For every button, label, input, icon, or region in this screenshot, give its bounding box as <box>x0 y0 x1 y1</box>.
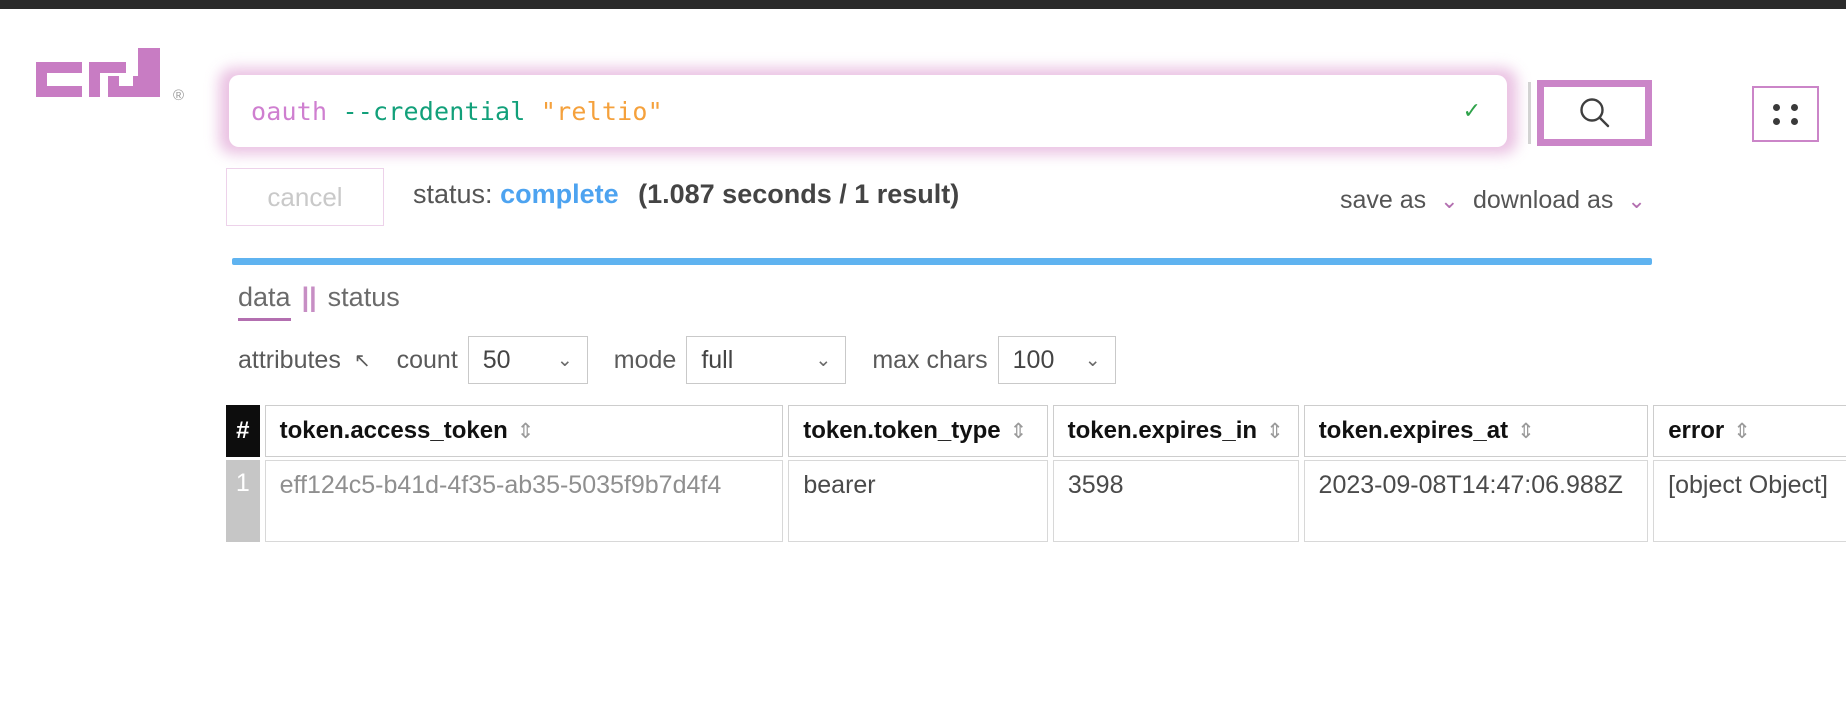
result-controls: attributes ↖ count 50 ⌄ mode full ⌄ max … <box>238 336 1142 384</box>
app-header: ® oauth --credential "reltio" ✓ <box>0 36 1846 154</box>
mode-value: full <box>701 345 734 374</box>
download-as-dropdown[interactable]: download as ⌄ <box>1473 186 1646 215</box>
table-header-row: # token.access_token ⇕ token.token_type … <box>226 405 1846 457</box>
grid-dot-icon <box>1790 103 1798 111</box>
column-label: error <box>1668 417 1725 444</box>
search-icon <box>1579 98 1609 128</box>
chevron-down-icon: ⌄ <box>815 349 832 371</box>
download-as-label: download as <box>1473 186 1614 214</box>
table-row: 1 eff124c5-b41d-4f35-ab35-5035f9b7d4f4 b… <box>226 460 1846 542</box>
cell-error: [object Object] <box>1653 460 1846 542</box>
count-label: count <box>396 345 458 374</box>
max-chars-label: max chars <box>872 345 988 374</box>
apps-grid-button[interactable] <box>1752 86 1819 142</box>
count-select[interactable]: 50 ⌄ <box>467 336 588 384</box>
mode-select[interactable]: full ⌄ <box>686 336 847 384</box>
redacted-access-token-value: eff124c5-b41d-4f35-ab35-5035f9b7d4f4 <box>279 471 722 499</box>
chevron-down-icon: ⌄ <box>1440 188 1459 213</box>
save-as-label: save as <box>1340 186 1427 214</box>
attributes-label[interactable]: attributes <box>238 346 341 375</box>
max-chars-value: 100 <box>1012 345 1055 374</box>
registered-trademark-mark: ® <box>173 87 185 104</box>
sort-icon: ⇕ <box>1517 419 1535 443</box>
status-label: status: <box>413 179 493 209</box>
crul-logo-icon <box>36 48 160 97</box>
result-tabs: data || status <box>238 282 400 321</box>
cancel-button[interactable]: cancel <box>226 168 384 226</box>
chevron-down-icon: ⌄ <box>1084 349 1101 371</box>
sort-icon: ⇕ <box>1266 419 1284 443</box>
status-text: status: complete (1.087 seconds / 1 resu… <box>413 179 959 210</box>
save-as-dropdown[interactable]: save as ⌄ <box>1340 186 1459 215</box>
results-table: # token.access_token ⇕ token.token_type … <box>226 405 1846 542</box>
status-row: cancel status: complete (1.087 seconds /… <box>0 168 1846 230</box>
chevron-down-icon: ⌄ <box>1627 188 1646 213</box>
column-label: token.access_token <box>279 417 508 444</box>
grid-dot-icon <box>1773 117 1781 125</box>
cell-access-token: eff124c5-b41d-4f35-ab35-5035f9b7d4f4 <box>264 460 784 542</box>
tab-separator: || <box>301 282 317 312</box>
command-token-argument: "reltio" <box>540 96 663 126</box>
sort-icon: ⇕ <box>516 419 535 443</box>
cell-token-type: bearer <box>788 460 1048 542</box>
column-header-expires-at[interactable]: token.expires_at ⇕ <box>1303 405 1649 457</box>
progress-bar <box>232 258 1652 265</box>
cell-row-index: 1 <box>226 460 260 542</box>
command-token-command: oauth <box>251 96 328 126</box>
search-button[interactable] <box>1537 80 1652 146</box>
max-chars-select[interactable]: 100 ⌄ <box>997 336 1116 384</box>
column-label: token.expires_at <box>1318 417 1509 444</box>
column-header-error[interactable]: error ⇕ <box>1653 405 1846 457</box>
sort-icon: ⇕ <box>1009 419 1028 443</box>
column-label: token.token_type <box>803 417 1001 444</box>
tab-data[interactable]: data <box>238 282 291 321</box>
column-header-index: # <box>226 405 260 457</box>
grid-dot-icon <box>1790 117 1798 125</box>
header-divider <box>1528 82 1531 144</box>
status-meta: (1.087 seconds / 1 result) <box>638 179 960 209</box>
cell-expires-at: 2023-09-08T14:47:06.988Z <box>1303 460 1649 542</box>
column-header-token-type[interactable]: token.token_type ⇕ <box>788 405 1048 457</box>
crul-app-window: ® oauth --credential "reltio" ✓ cancel s… <box>0 0 1846 714</box>
cell-expires-in: 3598 <box>1052 460 1299 542</box>
command-token-flag: --credential <box>342 96 526 126</box>
column-header-access-token[interactable]: token.access_token ⇕ <box>264 405 784 457</box>
check-icon: ✓ <box>1462 98 1481 123</box>
grid-dot-icon <box>1773 103 1781 111</box>
window-top-strip <box>0 0 1846 9</box>
mode-label: mode <box>613 345 677 374</box>
brand-logo[interactable]: ® <box>34 46 184 108</box>
count-value: 50 <box>482 345 511 374</box>
command-text: oauth --credential "reltio" <box>251 97 663 126</box>
collapse-arrow-icon[interactable]: ↖ <box>354 348 371 373</box>
status-value: complete <box>500 179 619 209</box>
sort-icon: ⇕ <box>1733 419 1751 443</box>
tab-status[interactable]: status <box>328 282 400 318</box>
column-label: token.expires_in <box>1067 417 1258 444</box>
command-input[interactable]: oauth --credential "reltio" ✓ <box>229 75 1507 147</box>
chevron-down-icon: ⌄ <box>556 349 573 371</box>
column-header-expires-in[interactable]: token.expires_in ⇕ <box>1052 405 1299 457</box>
